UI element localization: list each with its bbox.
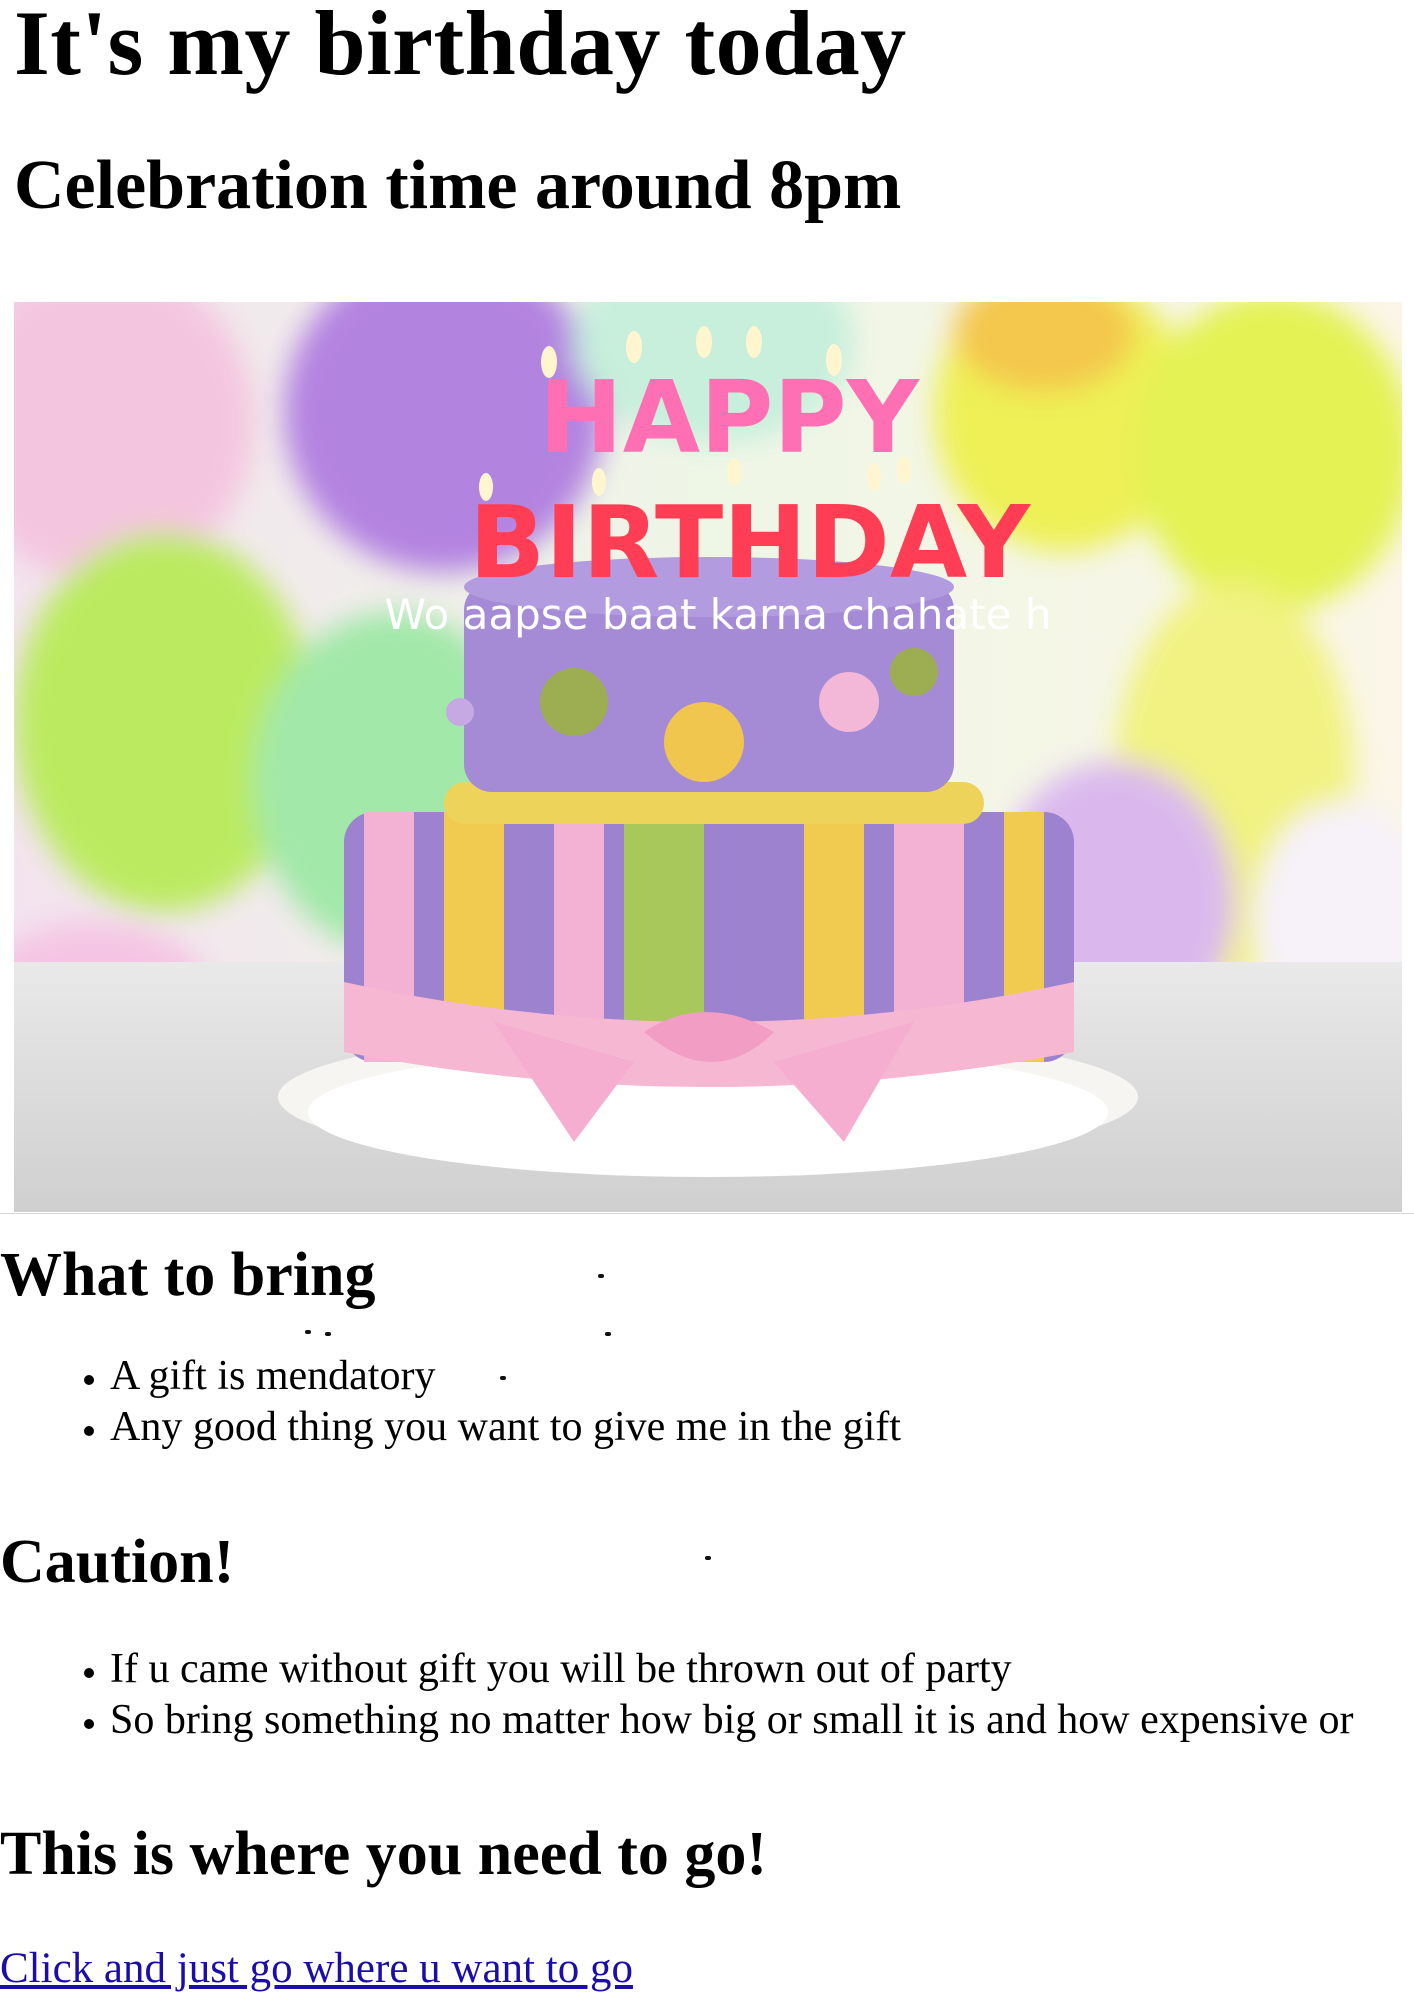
list-item: A gift is mendatory <box>110 1351 1414 1402</box>
directions-heading: This is where you need to go! <box>0 1820 768 1888</box>
speck-mark <box>500 1376 506 1380</box>
speck-mark <box>305 1330 311 1334</box>
caution-heading: Caution! <box>0 1528 235 1596</box>
candle-letters-bottom: BIRTHDAY <box>469 484 1032 601</box>
caution-list: If u came without gift you will be throw… <box>0 1644 1414 1746</box>
page-title: It's my birthday today <box>14 0 907 94</box>
speck-mark <box>598 1274 604 1278</box>
speck-mark <box>325 1332 331 1336</box>
speck-mark <box>605 1332 611 1336</box>
list-item: So bring something no matter how big or … <box>110 1695 1414 1746</box>
list-item: If u came without gift you will be throw… <box>110 1644 1414 1695</box>
candle-letters-top: HAPPY <box>539 359 921 476</box>
page-subtitle: Celebration time around 8pm <box>14 147 902 224</box>
what-to-bring-heading: What to bring <box>0 1241 376 1309</box>
caution-section: Caution! If u came without gift you will… <box>0 1528 1414 1746</box>
divider <box>0 1213 1414 1214</box>
birthday-cake-image: HAPPY BIRTHDAY Wo aapse baat karna chaha… <box>14 302 1402 1212</box>
page-header: It's my birthday today Celebration time … <box>0 0 1414 224</box>
image-overlay-caption: Wo aapse baat karna chahate h <box>384 590 1052 639</box>
cake-illustration: HAPPY BIRTHDAY <box>14 302 1402 1212</box>
directions-section: This is where you need to go! <box>0 1820 1414 1888</box>
list-item: Any good thing you want to give me in th… <box>110 1402 1414 1453</box>
directions-link[interactable]: Click and just go where u want to go <box>0 1944 633 1993</box>
what-to-bring-section: What to bring A gift is mendatory Any go… <box>0 1241 1414 1453</box>
what-to-bring-list: A gift is mendatory Any good thing you w… <box>0 1351 1414 1453</box>
